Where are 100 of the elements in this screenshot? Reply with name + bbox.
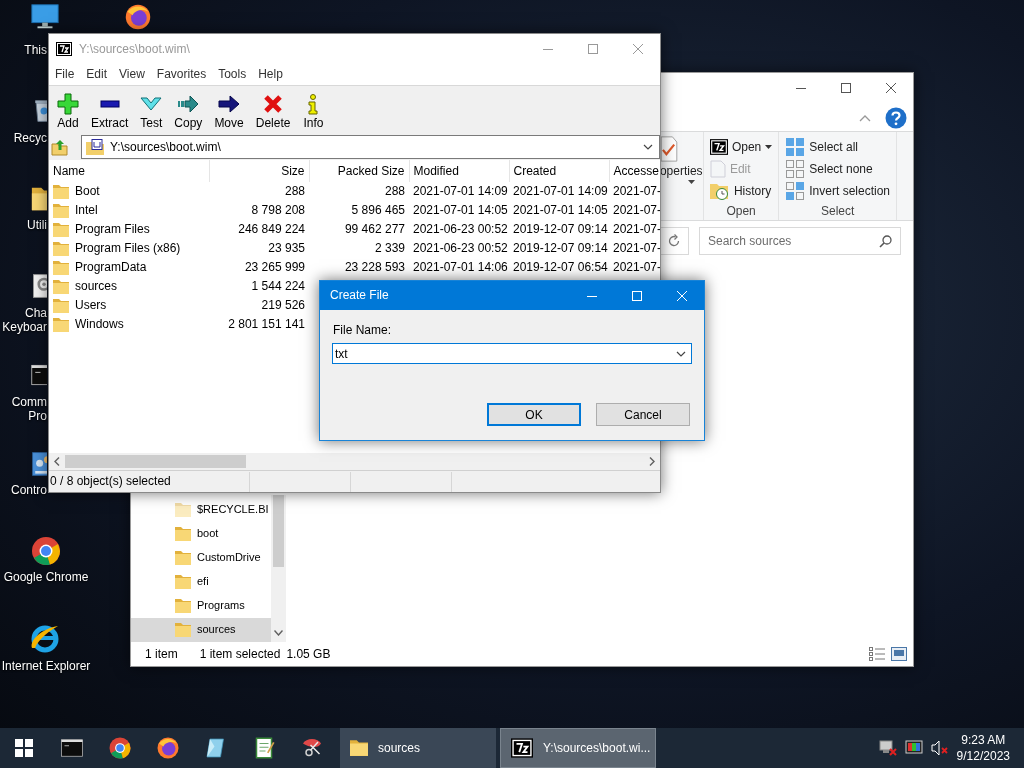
toolbar-button[interactable]: Test: [134, 93, 169, 130]
file-name: Intel: [75, 203, 98, 218]
status-text: 0 / 8 object(s) selected: [49, 474, 172, 489]
table-cell: 2021-07-01 14:09: [509, 182, 609, 201]
file-name: ProgramData: [75, 260, 147, 275]
icon-label: This: [23, 43, 47, 57]
menu-item[interactable]: Favorites: [150, 67, 213, 82]
network-icon[interactable]: [878, 740, 897, 756]
gear-icon[interactable]: [30, 272, 47, 300]
app-icon: [56, 41, 72, 57]
column-header[interactable]: Size: [209, 160, 309, 182]
table-cell-text: 2 801 151 141: [227, 316, 306, 334]
nav-item[interactable]: CustomDrive: [131, 546, 271, 570]
browser-icon: [108, 736, 132, 760]
taskbar-window-button[interactable]: sources: [340, 728, 496, 768]
maximize-icon: [587, 44, 598, 54]
folder-icon: [53, 259, 69, 276]
scrollbar[interactable]: [49, 453, 660, 470]
toolbar-button[interactable]: Delete: [249, 93, 297, 130]
table-cell: 2021-07-01 14:09: [409, 182, 509, 201]
ribbon-button[interactable]: Select all: [783, 136, 892, 158]
status-text: 1 item: [145, 646, 178, 662]
column-header[interactable]: Modified: [409, 160, 509, 182]
folder-icon: [53, 240, 69, 257]
nav-item[interactable]: efi: [131, 570, 271, 594]
close-icon: [885, 83, 896, 93]
taskbar-window-button[interactable]: Y:\sources\boot.wi...: [500, 728, 656, 768]
ribbon-button[interactable]: Open: [707, 136, 775, 158]
scroll-down-icon[interactable]: [274, 630, 283, 636]
large-icons-view-icon[interactable]: [891, 647, 907, 661]
menu-item[interactable]: Tools: [212, 67, 253, 82]
window-title: Y:\sources\boot.wim\: [79, 41, 190, 57]
table-cell-text: 23 935: [267, 240, 306, 258]
file-name-field[interactable]: txt: [335, 346, 676, 362]
ribbon-button[interactable]: Invert selection: [783, 180, 892, 202]
app-icon: [709, 138, 728, 156]
group-label: Select: [819, 203, 856, 218]
caret-icon: [687, 180, 695, 185]
refresh-button[interactable]: [659, 227, 689, 255]
table-cell-text: 5 896 465: [350, 202, 406, 220]
table-cell-text: 2021-06-23 00:52: [412, 221, 509, 239]
display-icon[interactable]: [904, 740, 923, 756]
search-box[interactable]: Search sources: [699, 227, 901, 255]
icon-label: Google Chrome: [2, 570, 90, 584]
menu-item[interactable]: File: [49, 67, 81, 82]
control-panel-icon[interactable]: [30, 450, 47, 478]
dialog-button[interactable]: Cancel: [596, 403, 690, 427]
column-header[interactable]: Name: [49, 160, 209, 182]
toolbar-button[interactable]: Add: [51, 93, 85, 130]
collapse-ribbon-icon[interactable]: [859, 114, 871, 122]
nav-item[interactable]: Programs: [131, 594, 271, 618]
toolbar-button[interactable]: Copy: [168, 93, 209, 130]
column-header[interactable]: Packed Size: [309, 160, 409, 182]
folder-icon: [53, 278, 69, 295]
column-header[interactable]: Accesse: [609, 160, 660, 182]
scrollbar[interactable]: [271, 495, 286, 642]
table-cell-text: 23 265 999: [243, 259, 306, 277]
help-icon[interactable]: [885, 107, 907, 129]
nav-item[interactable]: boot: [131, 522, 271, 546]
clock-date: 9/12/2023: [956, 748, 1010, 764]
menu-item[interactable]: View: [113, 67, 151, 82]
table-cell-text: 2021-07-: [612, 221, 660, 239]
scroll-right-icon[interactable]: [649, 457, 655, 466]
toolbar-button[interactable]: Info: [296, 93, 331, 130]
app-icon: [511, 737, 533, 759]
icon-label: Utili: [26, 218, 47, 232]
scroll-left-icon[interactable]: [54, 457, 60, 466]
browser-icon[interactable]: [124, 3, 152, 31]
properties-button[interactable]: operties: [659, 136, 703, 185]
toolbar-button[interactable]: Move: [208, 93, 250, 130]
file-name: Boot: [75, 184, 100, 199]
toolbar-button[interactable]: Extract: [85, 93, 135, 130]
nav-item[interactable]: sources: [131, 618, 271, 642]
group-label: Open: [725, 203, 757, 218]
file-name-combo[interactable]: txt: [332, 343, 692, 365]
icon-label: Comm Pro: [10, 395, 47, 423]
details-view-icon[interactable]: [869, 647, 885, 661]
dialog-button[interactable]: OK: [487, 403, 581, 427]
table-cell: 288: [309, 182, 409, 201]
file-name: sources: [75, 279, 118, 294]
icon-label: Recyc: [12, 131, 47, 145]
menu-item[interactable]: Help: [252, 67, 289, 82]
grid-icon: [785, 159, 806, 179]
menu-item[interactable]: Edit: [80, 67, 114, 82]
file-name: Windows: [75, 317, 124, 332]
table-cell: 2021-07-: [609, 182, 660, 201]
icon-label: Internet Explorer: [0, 659, 92, 673]
muted-speaker-icon[interactable]: [930, 740, 949, 756]
table-cell-text: 2021-07-: [612, 240, 660, 258]
ribbon-button[interactable]: Select none: [783, 158, 892, 180]
x-mark-icon: [262, 93, 285, 115]
ribbon-button[interactable]: History: [707, 180, 775, 202]
nav-item[interactable]: $RECYCLE.BI: [131, 498, 271, 522]
status-text: 1.05 GB: [286, 646, 331, 662]
table-cell-text: 2021-07-01 14:06: [412, 259, 509, 277]
column-header[interactable]: Created: [509, 160, 609, 182]
browser-icon[interactable]: [30, 535, 62, 567]
field-label: File Name:: [333, 323, 392, 338]
table-cell-text: 2021-07-01 14:05: [512, 202, 609, 220]
grid-icon: [785, 181, 806, 201]
